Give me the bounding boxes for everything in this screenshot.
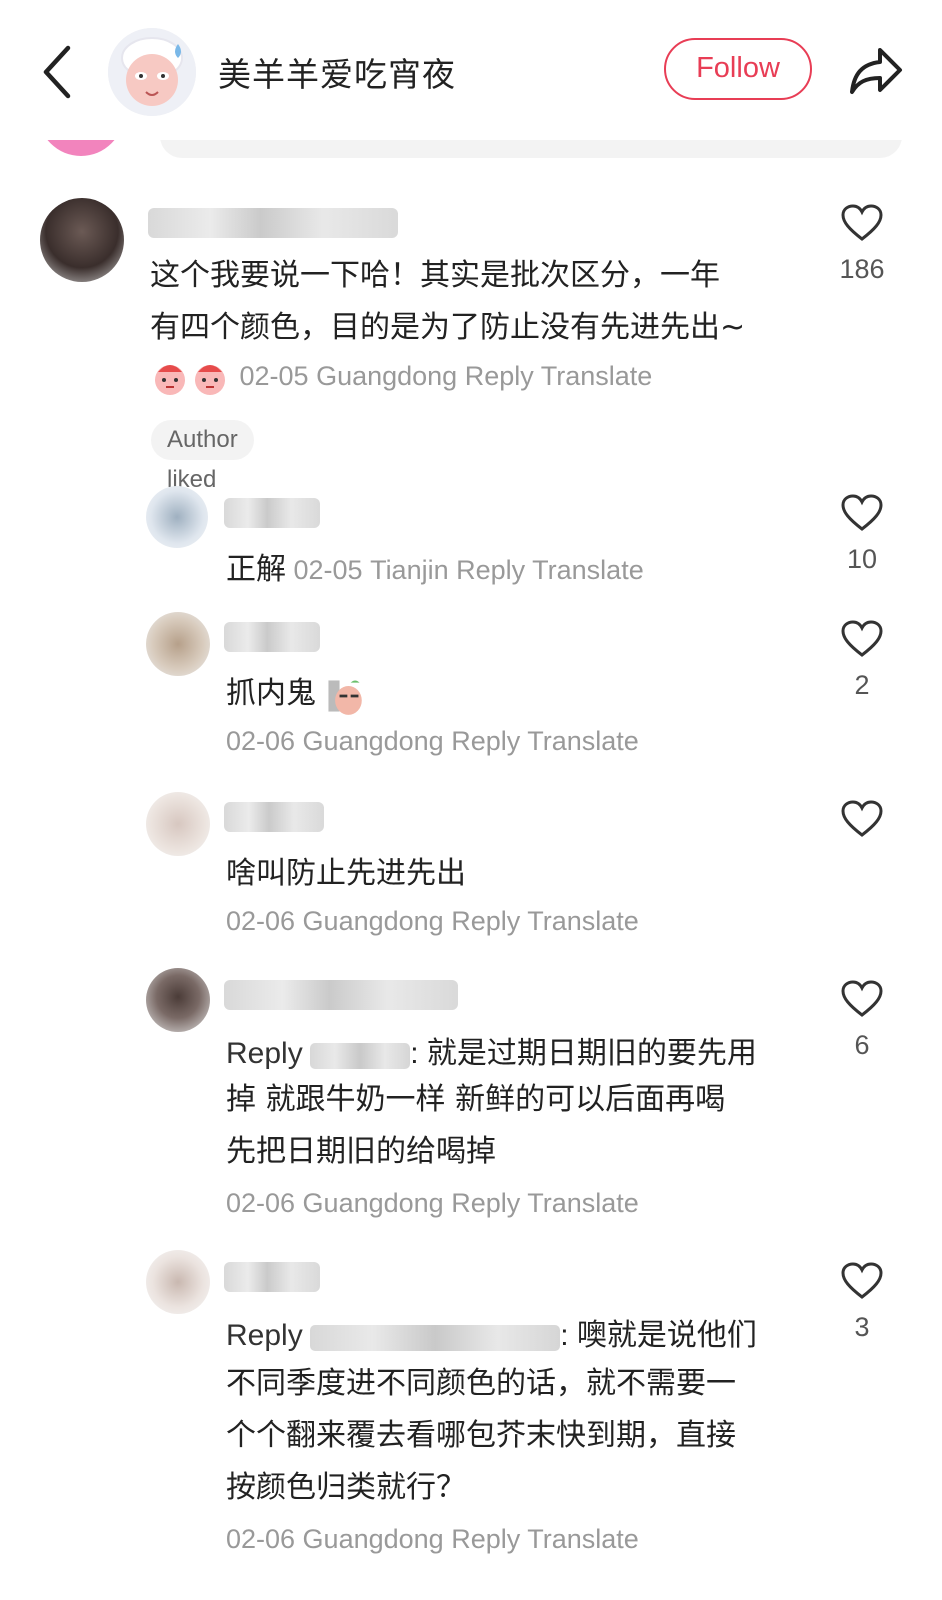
comment-meta: 02-05 Guangdong Reply Translate [152, 360, 652, 396]
heart-icon [841, 620, 883, 657]
like-button[interactable]: 10 [822, 494, 902, 575]
replier-name-blurred[interactable] [224, 1262, 320, 1292]
like-count: 2 [854, 670, 870, 700]
sticker-emoji-icon [327, 680, 362, 715]
translate-button[interactable]: Translate [527, 906, 639, 936]
like-button[interactable]: 3 [822, 1262, 902, 1343]
reply-text: 抓内鬼 [226, 677, 316, 710]
like-count: 3 [854, 1312, 870, 1342]
author-name[interactable]: 美羊羊爱吃宵夜 [218, 48, 456, 96]
mentioned-user-blurred[interactable] [310, 1324, 561, 1351]
comment-text-line: 有四个颜色，目的是为了防止没有先进先出~ [150, 310, 746, 345]
heart-icon [841, 980, 883, 1017]
top-bar: 美羊羊爱吃宵夜 Follow [0, 0, 942, 140]
translate-button[interactable]: Translate [527, 726, 639, 756]
reply-meta: 02-06 Guangdong Reply Translate [226, 1524, 639, 1555]
reply-content: 正解 02-05 Tianjin Reply Translate [226, 544, 644, 588]
reply-text-line: 先把日期旧的给喝掉 [226, 1134, 496, 1169]
reply-text-line: 不同季度进不同颜色的话，就不需要一 [226, 1366, 736, 1401]
heart-icon [841, 1262, 883, 1299]
reply-button[interactable]: Reply [451, 1524, 520, 1554]
reply-button[interactable]: Reply [456, 555, 525, 585]
heart-icon [841, 204, 883, 241]
reply-content: Reply : 就是过期日期旧的要先用 [226, 1028, 757, 1072]
replier-avatar[interactable] [146, 968, 210, 1032]
reply-text-line: 掉 就跟牛奶一样 新鲜的可以后面再喝 [226, 1082, 726, 1117]
author-liked-badge: Author liked [151, 420, 254, 493]
replier-avatar[interactable] [146, 486, 208, 548]
reply-content: 抓内鬼 [226, 668, 368, 716]
replier-name-blurred[interactable] [224, 980, 458, 1010]
like-button[interactable]: 186 [822, 204, 902, 285]
like-button[interactable]: 6 [822, 980, 902, 1061]
reply-button[interactable]: Reply [465, 361, 534, 391]
reply-date-location: 02-06 Guangdong [226, 906, 444, 936]
reply-meta: 02-06 Guangdong Reply Translate [226, 726, 639, 757]
replier-name-blurred[interactable] [224, 622, 320, 652]
reply-content: 啥叫防止先进先出 [226, 848, 466, 892]
reply-content: Reply : 噢就是说他们 [226, 1310, 757, 1354]
heart-icon [841, 800, 883, 837]
like-button[interactable] [822, 800, 902, 842]
replier-avatar[interactable] [146, 1250, 210, 1314]
reply-button[interactable]: Reply [451, 906, 520, 936]
replier-name-blurred[interactable] [224, 802, 324, 832]
heart-icon [841, 494, 883, 531]
reply-text: 啥叫防止先进先出 [226, 857, 466, 890]
sticker-emoji-icon [195, 365, 225, 395]
reply-text-line: 按颜色归类就行？ [226, 1470, 466, 1505]
translate-button[interactable]: Translate [532, 555, 644, 585]
comment-date-location: 02-05 Guangdong [239, 361, 458, 392]
reply-prefix[interactable]: Reply [226, 1319, 303, 1352]
comment-text-line: 这个我要说一下哈！其实是批次区分，一年 [150, 258, 720, 293]
reply-date-location: 02-06 Guangdong [226, 1524, 444, 1554]
replier-name-blurred[interactable] [224, 498, 320, 528]
reply-text: 正解 [226, 553, 286, 586]
replier-avatar[interactable] [146, 792, 210, 856]
back-arrow-icon[interactable] [36, 42, 80, 102]
like-count: 186 [839, 254, 885, 284]
share-icon[interactable] [846, 42, 906, 98]
sticker-emoji-icon [155, 365, 185, 395]
reply-date-location: 02-05 Tianjin [293, 555, 449, 585]
reply-text-line: : 噢就是说他们 [560, 1319, 757, 1352]
commenter-name-blurred[interactable] [148, 208, 398, 238]
like-count: 6 [854, 1030, 870, 1060]
mentioned-user-blurred[interactable] [310, 1042, 411, 1069]
reply-date-location: 02-06 Guangdong [226, 726, 444, 756]
translate-button[interactable]: Translate [527, 1188, 639, 1218]
author-avatar[interactable] [108, 28, 196, 116]
translate-button[interactable]: Translate [541, 361, 653, 391]
reply-text-line: : 就是过期日期旧的要先用 [410, 1037, 757, 1070]
like-button[interactable]: 2 [822, 620, 902, 701]
reply-meta: 02-06 Guangdong Reply Translate [226, 1188, 639, 1219]
reply-button[interactable]: Reply [451, 1188, 520, 1218]
replier-avatar[interactable] [146, 612, 210, 676]
reply-meta: 02-06 Guangdong Reply Translate [226, 906, 639, 937]
reply-button[interactable]: Reply [451, 726, 520, 756]
commenter-avatar[interactable] [40, 198, 124, 282]
like-count: 10 [846, 544, 878, 574]
reply-text-line: 个个翻来覆去看哪包芥末快到期，直接 [226, 1418, 736, 1453]
follow-button[interactable]: Follow [664, 38, 812, 100]
translate-button[interactable]: Translate [527, 1524, 639, 1554]
reply-date-location: 02-06 Guangdong [226, 1188, 444, 1218]
reply-prefix[interactable]: Reply [226, 1037, 303, 1070]
